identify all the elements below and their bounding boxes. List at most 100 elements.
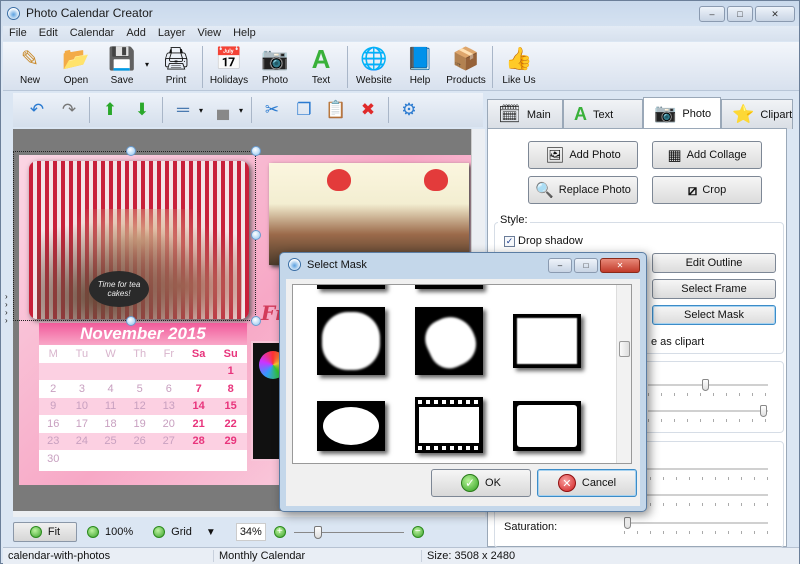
mask-partial[interactable] [317, 285, 385, 289]
slider-thumb[interactable] [701, 379, 709, 391]
dialog-close-button[interactable]: ✕ [600, 258, 640, 273]
zoom-in-icon[interactable]: + [273, 526, 286, 538]
menu-view[interactable]: View [191, 26, 227, 41]
brush-stroke-mask[interactable] [415, 307, 484, 375]
copy-icon[interactable]: ❐ [288, 97, 320, 123]
toolbar-separator [388, 97, 389, 123]
delete-icon[interactable]: ✖ [352, 97, 384, 123]
new-button[interactable]: ✎ New [7, 42, 53, 91]
replace-photo-icon: 🔍 [535, 182, 554, 199]
calendar-grid[interactable]: November 2015 M Tu W Th Fr Sa Su 1 2 3 4 5 6 7 8 9 10 11 1… [39, 323, 247, 471]
drop-shadow-checkbox[interactable]: ✓ Drop shadow [504, 235, 583, 247]
edit-toolbar: ↶ ↷ ⬆ ⬇ ═ ▾ ▄ ▾ ✂ ❐ 📋 ✖ ⚙ [13, 93, 483, 127]
maximize-button[interactable]: □ [727, 6, 753, 22]
paste-icon[interactable]: 📋 [320, 97, 352, 123]
tab-clipart[interactable]: ⭐ Clipart [721, 99, 793, 129]
photo-button[interactable]: 📷 Photo [252, 42, 298, 91]
ok-button[interactable]: ✓ OK [431, 469, 531, 497]
menu-file[interactable]: File [3, 26, 33, 41]
bring-forward-icon[interactable]: ⬆ [94, 97, 126, 123]
ornate-oval-mask[interactable] [317, 401, 385, 451]
help-button[interactable]: 📘 Help [397, 42, 443, 91]
holidays-button[interactable]: 📅 Holidays [206, 42, 252, 91]
tab-main[interactable]: 🗓 Main [487, 99, 563, 129]
resize-handle[interactable] [126, 316, 136, 326]
zoom-input[interactable]: 34% [235, 523, 266, 541]
slider-thumb[interactable] [624, 517, 631, 529]
zoom-out-icon[interactable]: − [411, 526, 424, 538]
zoom-slider-thumb[interactable] [314, 526, 323, 539]
products-button[interactable]: 📦 Products [443, 42, 489, 91]
print-button[interactable]: 🖨 Print [153, 42, 199, 91]
website-button[interactable]: 🌐 Website [351, 42, 397, 91]
scrollbar-thumb[interactable] [619, 341, 630, 357]
menu-add[interactable]: Add [120, 26, 152, 41]
resize-handle[interactable] [126, 146, 136, 156]
mask-list[interactable] [292, 284, 632, 464]
menu-calendar[interactable]: Calendar [64, 26, 121, 41]
expand-arrows-icon[interactable]: › › › › [5, 293, 8, 325]
calendar-week-row: 2 3 4 5 6 7 8 [39, 380, 247, 398]
minimize-button[interactable]: – [699, 6, 725, 22]
like-us-button[interactable]: 👍 Like Us [496, 42, 542, 91]
mask-partial[interactable] [415, 285, 483, 289]
slider-thumb[interactable] [760, 405, 767, 417]
calendar-day: 14 [183, 397, 215, 415]
dialog-maximize-button[interactable]: □ [574, 258, 598, 273]
arrange-icon[interactable]: ▄ [207, 97, 239, 123]
saturation-slider[interactable] [624, 517, 768, 534]
grid-dropdown-icon[interactable]: ▼ [206, 527, 216, 538]
properties-icon[interactable]: ⚙ [393, 97, 425, 123]
align-dropdown-icon[interactable]: ▾ [199, 106, 207, 115]
arrange-dropdown-icon[interactable]: ▾ [239, 106, 247, 115]
cut-icon[interactable]: ✂ [256, 97, 288, 123]
resize-handle[interactable] [251, 230, 261, 240]
add-collage-button[interactable]: ▦ Add Collage [652, 141, 762, 169]
torn-circle-mask[interactable] [317, 307, 385, 375]
fit-button[interactable]: Fit [13, 522, 77, 542]
redo-icon[interactable]: ↷ [53, 97, 85, 123]
rough-rectangle-mask[interactable] [513, 314, 581, 368]
calendar-day: 3 [78, 382, 85, 395]
align-icon[interactable]: ═ [167, 97, 199, 123]
checkbox-checked-icon[interactable]: ✓ [504, 235, 515, 247]
calendar-day: 5 [136, 382, 143, 395]
cancel-button[interactable]: ✕ Cancel [537, 469, 637, 497]
save-as-clipart-label[interactable]: e as clipart [651, 336, 704, 348]
open-button[interactable]: 📂 Open [53, 42, 99, 91]
edit-outline-button[interactable]: Edit Outline [652, 253, 776, 273]
tab-text[interactable]: A Text [563, 99, 643, 129]
select-mask-button[interactable]: Select Mask [652, 305, 776, 325]
add-photo-icon: 🖼 [545, 147, 565, 164]
adjust-slider-2[interactable] [648, 405, 768, 422]
calendar-day: 1 [214, 362, 247, 380]
grid-button[interactable]: Grid [143, 522, 202, 542]
send-backward-icon[interactable]: ⬇ [126, 97, 158, 123]
text-button[interactable]: A Text [298, 42, 344, 91]
undo-icon[interactable]: ↶ [21, 97, 53, 123]
menu-edit[interactable]: Edit [33, 26, 64, 41]
select-frame-button[interactable]: Select Frame [652, 279, 776, 299]
calendar-day: 27 [154, 432, 184, 450]
crop-button[interactable]: ⧄ Crop [652, 176, 762, 204]
film-strip-mask[interactable] [415, 397, 483, 453]
rounded-rectangle-mask[interactable] [513, 401, 581, 451]
zoom-100-button[interactable]: 100% [77, 522, 143, 542]
mask-list-scrollbar[interactable] [616, 285, 631, 463]
dialog-minimize-button[interactable]: – [548, 258, 572, 273]
save-button[interactable]: 💾 Save [99, 42, 145, 91]
menu-help[interactable]: Help [227, 26, 262, 41]
toolbar-separator [347, 46, 348, 88]
resize-handle[interactable] [251, 316, 261, 326]
tab-photo[interactable]: 📷 Photo [643, 97, 721, 129]
add-photo-button[interactable]: 🖼 Add Photo [528, 141, 638, 169]
replace-photo-button[interactable]: 🔍 Replace Photo [528, 176, 638, 204]
zoom-slider[interactable] [293, 525, 404, 539]
close-button[interactable]: ✕ [755, 6, 795, 22]
saturation-label: Saturation: [504, 521, 558, 533]
menu-layer[interactable]: Layer [152, 26, 192, 41]
resize-handle[interactable] [251, 146, 261, 156]
save-dropdown-icon[interactable]: ▾ [145, 42, 153, 69]
festival-photo[interactable] [269, 163, 469, 265]
adjust-slider-1[interactable] [648, 379, 768, 396]
